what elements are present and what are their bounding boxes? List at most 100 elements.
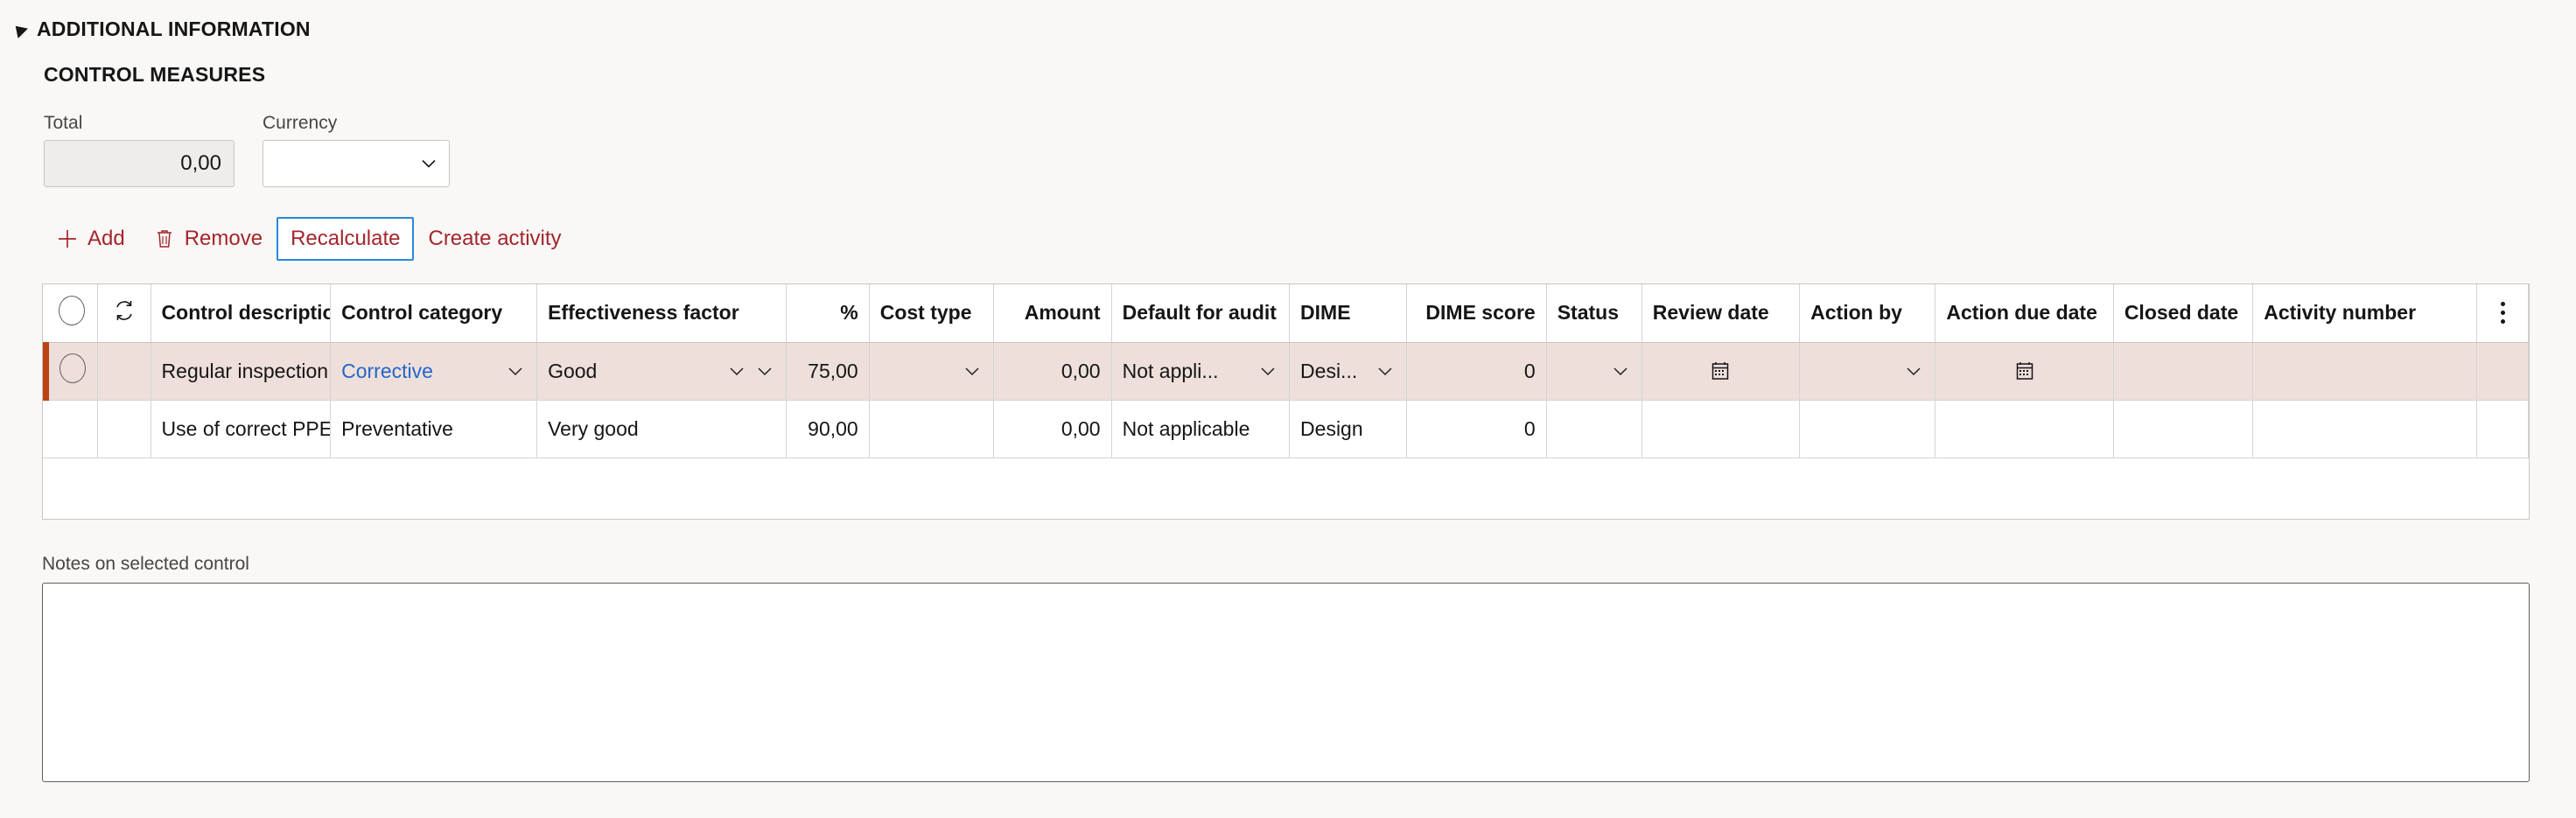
cell-percent[interactable]: 90,00 [786, 400, 870, 458]
cell-activity-number[interactable] [2252, 342, 2478, 401]
caret-down-icon[interactable] [10, 21, 28, 38]
cell-row-options[interactable] [2476, 342, 2529, 401]
chevron-down-icon[interactable] [419, 154, 438, 173]
cell-control-description[interactable]: Regular inspection ... [150, 342, 332, 401]
calendar-icon[interactable] [2013, 360, 2036, 382]
cell-effectiveness-factor[interactable]: Good [536, 342, 788, 401]
cell-cost-type[interactable] [869, 342, 995, 401]
table-header-row: Control description Control category Eff… [46, 284, 2529, 343]
header-cost-type[interactable]: Cost type [869, 284, 995, 343]
chevron-down-icon[interactable] [505, 360, 526, 381]
header-effectiveness-factor[interactable]: Effectiveness factor [536, 284, 788, 343]
header-activity-number[interactable]: Activity number [2252, 284, 2478, 343]
cell-dime[interactable]: Desi... [1289, 342, 1408, 401]
chevron-down-lookup-icon[interactable] [754, 360, 775, 381]
cell-cost-type[interactable] [869, 400, 995, 458]
cell-closed-date[interactable] [2113, 342, 2254, 401]
default-for-audit-value[interactable]: Not appli... [1123, 360, 1250, 383]
cell-closed-date[interactable] [2113, 400, 2254, 458]
chevron-down-icon[interactable] [726, 360, 747, 381]
header-control-description[interactable]: Control description [150, 284, 332, 343]
header-action-by[interactable]: Action by [1799, 284, 1936, 343]
cell-dime-score[interactable]: 0 [1406, 342, 1547, 401]
cell-action-due-date[interactable] [1935, 342, 2114, 401]
control-measures-table: Control description Control category Eff… [43, 284, 2529, 458]
radio-circle-icon[interactable] [58, 295, 85, 325]
cell-default-for-audit[interactable]: Not appli... [1111, 342, 1291, 401]
notes-label: Notes on selected control [42, 554, 249, 574]
cell-action-by[interactable] [1799, 342, 1936, 401]
cell-row-options[interactable] [2476, 400, 2529, 458]
table-body: Regular inspection ... Corrective Good [43, 342, 2529, 458]
header-default-for-audit[interactable]: Default for audit [1111, 284, 1291, 343]
create-activity-button[interactable]: Create activity [414, 217, 575, 261]
row-select-cell[interactable] [43, 342, 98, 401]
grid-empty-area [43, 458, 2529, 519]
table-row[interactable]: Use of correct PPE Preventative Very goo… [46, 400, 2529, 458]
cell-review-date[interactable] [1642, 400, 1801, 458]
cell-control-category[interactable]: Preventative [330, 400, 538, 458]
control-measures-grid: Control description Control category Eff… [42, 283, 2530, 520]
cell-status[interactable] [1546, 400, 1642, 458]
additional-information-section-header[interactable]: ADDITIONAL INFORMATION [10, 17, 311, 41]
cell-effectiveness-factor[interactable]: Very good [536, 400, 788, 458]
currency-field-group: Currency [262, 112, 450, 187]
header-percent[interactable]: % [786, 284, 870, 343]
refresh-header[interactable] [97, 284, 151, 343]
kebab-menu-icon[interactable] [2477, 302, 2527, 325]
chevron-down-icon[interactable] [1610, 360, 1631, 381]
cell-activity-number[interactable] [2252, 400, 2478, 458]
chevron-down-icon[interactable] [1257, 360, 1278, 381]
currency-select[interactable] [262, 140, 450, 187]
header-status[interactable]: Status [1546, 284, 1642, 343]
page-title: ADDITIONAL INFORMATION [37, 17, 311, 40]
remove-button-label: Remove [184, 227, 263, 250]
row-indicator-cell [97, 400, 151, 458]
radio-circle-icon[interactable] [60, 353, 87, 383]
grid-options-header[interactable] [2476, 284, 2529, 343]
trash-icon [153, 227, 176, 250]
row-select-cell[interactable] [46, 400, 98, 458]
header-review-date[interactable]: Review date [1642, 284, 1801, 343]
cell-review-date[interactable] [1642, 342, 1801, 401]
cell-control-description[interactable]: Use of correct PPE [150, 400, 332, 458]
calendar-icon[interactable] [1709, 360, 1732, 382]
total-label: Total [44, 113, 83, 133]
header-dime[interactable]: DIME [1289, 284, 1408, 343]
total-field-group: Total [44, 112, 234, 187]
header-closed-date[interactable]: Closed date [2113, 284, 2254, 343]
select-all-header[interactable] [46, 284, 98, 343]
dime-value[interactable]: Desi... [1300, 360, 1368, 383]
notes-textarea[interactable] [42, 583, 2530, 782]
remove-button[interactable]: Remove [139, 217, 276, 261]
header-dime-score[interactable]: DIME score [1406, 284, 1547, 343]
recalculate-button[interactable]: Recalculate [276, 217, 415, 261]
cell-default-for-audit[interactable]: Not applicable [1111, 400, 1291, 458]
cell-amount[interactable]: 0,00 [993, 400, 1112, 458]
effectiveness-factor-value[interactable]: Good [548, 360, 719, 383]
chevron-down-icon[interactable] [1375, 360, 1396, 381]
header-action-due-date[interactable]: Action due date [1935, 284, 2114, 343]
total-input[interactable] [44, 140, 234, 187]
currency-label: Currency [262, 113, 338, 133]
chevron-down-icon[interactable] [962, 360, 983, 381]
cell-action-due-date[interactable] [1935, 400, 2114, 458]
sync-refresh-icon[interactable] [111, 297, 137, 324]
grid-toolbar: Add Remove Recalculate Create activity [42, 217, 576, 261]
table-row[interactable]: Regular inspection ... Corrective Good [43, 342, 2529, 401]
control-category-value[interactable]: Corrective [341, 360, 498, 383]
header-control-category[interactable]: Control category [330, 284, 538, 343]
add-button[interactable]: Add [42, 217, 139, 261]
header-amount[interactable]: Amount [993, 284, 1112, 343]
create-activity-button-label: Create activity [428, 227, 562, 250]
cell-control-category[interactable]: Corrective [330, 342, 538, 401]
cell-dime[interactable]: Design [1289, 400, 1408, 458]
cell-amount[interactable]: 0,00 [993, 342, 1112, 401]
cell-dime-score[interactable]: 0 [1406, 400, 1547, 458]
row-indicator-cell [97, 342, 151, 401]
cell-percent[interactable]: 75,00 [786, 342, 870, 401]
cell-action-by[interactable] [1799, 400, 1936, 458]
chevron-down-icon[interactable] [1903, 360, 1924, 381]
control-measures-page: ADDITIONAL INFORMATION CONTROL MEASURES … [0, 0, 2576, 818]
cell-status[interactable] [1546, 342, 1642, 401]
